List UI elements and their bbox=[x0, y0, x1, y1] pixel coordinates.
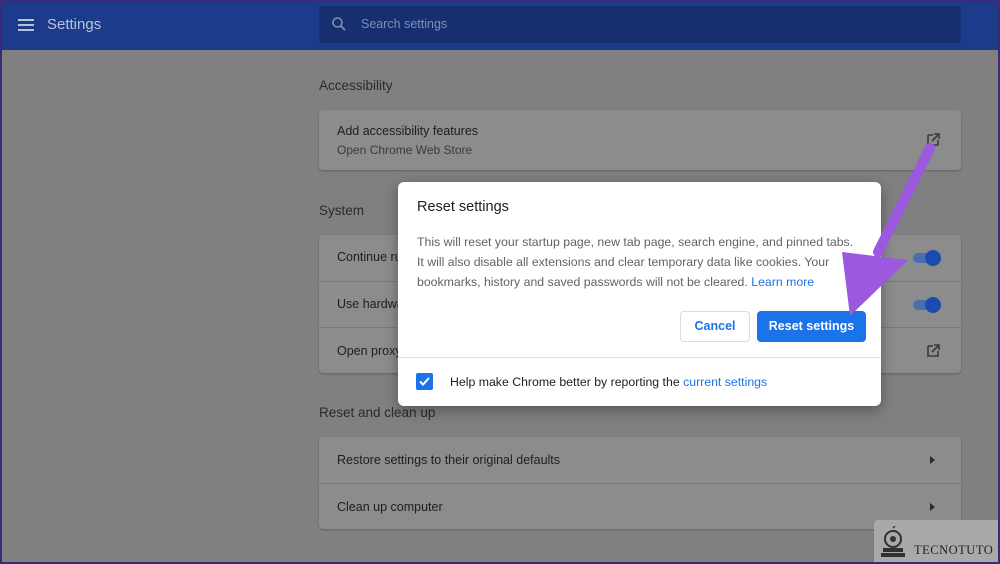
page-title: Settings bbox=[47, 16, 102, 33]
report-settings-checkbox[interactable] bbox=[416, 373, 433, 390]
row-sublabel: Open Chrome Web Store bbox=[337, 143, 473, 157]
tecnotuto-logo-icon bbox=[881, 526, 905, 557]
cancel-button[interactable]: Cancel bbox=[680, 311, 750, 342]
annotation-arrow-icon bbox=[842, 143, 935, 316]
reset-settings-dialog: Reset settings This will reset your star… bbox=[398, 182, 881, 406]
row-label: Clean up computer bbox=[337, 500, 443, 514]
browser-window: Settings Search settings Accessibility A… bbox=[0, 0, 1000, 564]
search-icon bbox=[332, 17, 346, 31]
search-input[interactable]: Search settings bbox=[361, 17, 447, 31]
dialog-divider bbox=[398, 357, 881, 358]
chevron-right-icon bbox=[930, 456, 935, 464]
chevron-right-icon bbox=[930, 503, 935, 511]
search-box[interactable]: Search settings bbox=[319, 6, 961, 43]
checkbox-label-text: Help make Chrome better by reporting the bbox=[450, 375, 680, 389]
section-title-system: System bbox=[319, 203, 365, 218]
watermark-text: TECNOTUTO bbox=[914, 543, 994, 557]
checkbox-label: Help make Chrome better by reporting the… bbox=[450, 375, 767, 389]
row-label: Restore settings to their original defau… bbox=[337, 453, 561, 467]
clean-up-computer-row[interactable]: Clean up computer bbox=[319, 483, 961, 529]
external-link-icon[interactable] bbox=[925, 343, 941, 359]
dialog-title: Reset settings bbox=[417, 199, 509, 215]
settings-header: Settings Search settings bbox=[2, 2, 998, 50]
dialog-body: This will reset your startup page, new t… bbox=[417, 232, 863, 292]
row-label: Add accessibility features bbox=[337, 124, 479, 138]
restore-defaults-row[interactable]: Restore settings to their original defau… bbox=[319, 437, 961, 483]
checkmark-icon bbox=[419, 377, 430, 386]
learn-more-link[interactable]: Learn more bbox=[751, 275, 814, 289]
section-title-accessibility: Accessibility bbox=[319, 78, 393, 93]
current-settings-link[interactable]: current settings bbox=[683, 375, 767, 389]
hamburger-menu-icon[interactable] bbox=[16, 15, 36, 35]
watermark: TECNOTUTO bbox=[874, 520, 998, 562]
section-title-reset: Reset and clean up bbox=[319, 405, 436, 420]
reset-card: Restore settings to their original defau… bbox=[319, 437, 961, 529]
